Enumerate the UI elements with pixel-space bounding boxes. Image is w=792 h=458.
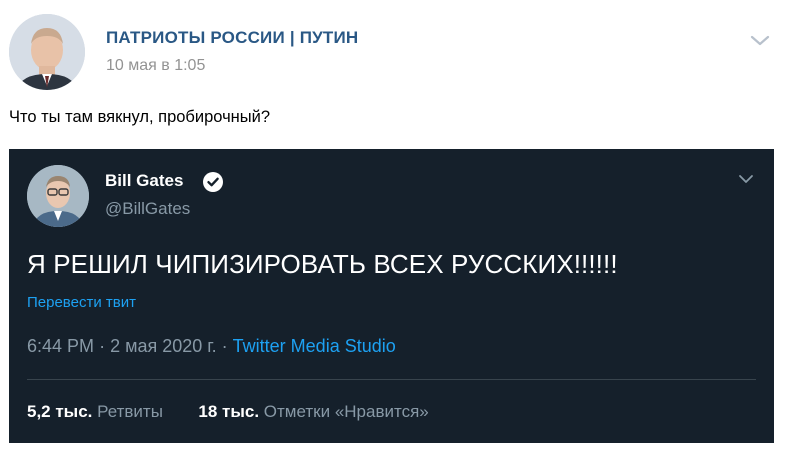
- post-date[interactable]: 10 мая в 1:05: [106, 57, 205, 75]
- retweets-label[interactable]: Ретвиты: [97, 402, 163, 421]
- tweet-meta: 6:44 PM · 2 мая 2020 г. · Twitter Media …: [27, 336, 396, 357]
- group-avatar[interactable]: [9, 14, 85, 90]
- tweet-author-handle[interactable]: @BillGates: [105, 199, 190, 219]
- tweet-date: 2 мая 2020 г.: [110, 336, 217, 356]
- tweet-text: Я РЕШИЛ ЧИПИЗИРОВАТЬ ВСЕХ РУССКИХ!!!!!!: [27, 249, 618, 279]
- retweets-count[interactable]: 5,2 тыс.: [27, 402, 92, 421]
- translate-tweet-link[interactable]: Перевести твит: [27, 294, 136, 311]
- divider: [27, 379, 756, 380]
- likes-label[interactable]: Отметки «Нравится»: [264, 402, 429, 421]
- chevron-down-icon[interactable]: [748, 30, 772, 50]
- tweet-source-link[interactable]: Twitter Media Studio: [233, 336, 396, 356]
- post-header: ПАТРИОТЫ РОССИИ | ПУТИН 10 мая в 1:05: [0, 0, 792, 100]
- verified-badge-icon: [202, 171, 224, 193]
- post-text: Что ты там вякнул, пробирочный?: [9, 108, 271, 126]
- chevron-down-icon[interactable]: [736, 171, 756, 187]
- tweet-author-avatar: [27, 165, 89, 227]
- group-name-link[interactable]: ПАТРИОТЫ РОССИИ | ПУТИН: [106, 28, 358, 48]
- tweet-screenshot-image[interactable]: Bill Gates @BillGates Я РЕШИЛ ЧИПИЗИРОВА…: [9, 149, 774, 443]
- tweet-time: 6:44 PM: [27, 336, 95, 356]
- meta-separator: ·: [99, 336, 106, 356]
- tweet-stats: 5,2 тыс. Ретвиты 18 тыс. Отметки «Нравит…: [27, 402, 429, 422]
- meta-separator: ·: [221, 336, 228, 356]
- likes-count[interactable]: 18 тыс.: [198, 402, 259, 421]
- avatar-portrait-image: [9, 14, 85, 90]
- tweet-author-name[interactable]: Bill Gates: [105, 171, 183, 191]
